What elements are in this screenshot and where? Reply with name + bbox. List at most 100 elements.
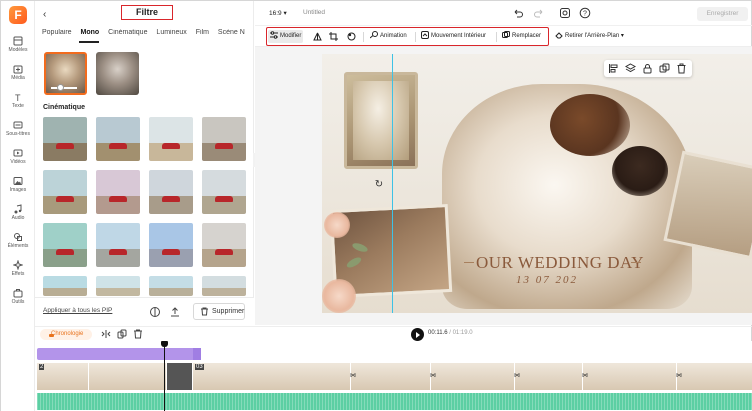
- cinematic-filter-thumb[interactable]: [43, 117, 87, 161]
- overlay-clip-handle[interactable]: [193, 348, 201, 360]
- cinematic-filter-thumb[interactable]: [43, 170, 87, 214]
- aspect-ratio-select[interactable]: 16:9 ▾: [269, 9, 287, 17]
- cinematic-filter-thumb[interactable]: [96, 170, 140, 214]
- back-chevron-icon[interactable]: ‹: [43, 9, 46, 20]
- rail-item-text[interactable]: T Texte: [1, 90, 35, 118]
- duplicate-icon[interactable]: [659, 63, 670, 74]
- rail-item-templates[interactable]: Modèles: [1, 34, 35, 62]
- thumb-ground: [149, 288, 193, 296]
- wedding-title[interactable]: OUR WEDDING DAY: [476, 253, 644, 273]
- cinematic-filter-thumb[interactable]: [202, 223, 246, 267]
- tab-lumineux[interactable]: Lumineux: [156, 29, 186, 36]
- mono-filter-thumb[interactable]: [96, 52, 139, 95]
- rail-item-elements[interactable]: Éléments: [1, 230, 35, 258]
- tab-cinematique[interactable]: Cinématique: [108, 29, 147, 36]
- trash-icon[interactable]: [133, 329, 143, 339]
- audio-track[interactable]: [37, 393, 752, 410]
- timeline-toggle-button[interactable]: Chronologie: [40, 329, 92, 340]
- cinematic-filter-thumb[interactable]: [96, 276, 140, 296]
- video-clip[interactable]: [431, 363, 515, 390]
- trash-icon[interactable]: [676, 63, 687, 74]
- tab-scene[interactable]: Scène N: [218, 29, 245, 36]
- app-logo-icon: F: [9, 6, 27, 24]
- cinematic-filter-thumb[interactable]: [149, 117, 193, 161]
- cinematic-filter-thumb[interactable]: [149, 223, 193, 267]
- rail-item-audio[interactable]: Audio: [1, 202, 35, 230]
- rail-item-subtitles[interactable]: Sous-titres: [1, 118, 35, 146]
- duplicate-icon[interactable]: [117, 329, 127, 339]
- flower-decoration: [324, 212, 350, 238]
- split-icon[interactable]: [101, 329, 111, 339]
- rail-item-media[interactable]: Média: [1, 62, 35, 90]
- mask-icon[interactable]: [347, 32, 356, 41]
- upload-icon[interactable]: [169, 306, 181, 318]
- preview-area: ↻ OUR WEDDING DAY 13 07 202: [255, 47, 752, 325]
- cinematic-filter-thumb[interactable]: [96, 117, 140, 161]
- transition-icon[interactable]: ⋈: [582, 373, 588, 380]
- cinematic-filter-thumb[interactable]: [43, 276, 87, 296]
- remove-background-button[interactable]: Retirer l'Arrière-Plan ▾: [555, 31, 624, 42]
- cinematic-filter-thumb[interactable]: [202, 276, 246, 296]
- video-clip[interactable]: [351, 363, 431, 390]
- filter-intensity-slider[interactable]: [51, 87, 77, 89]
- video-clip[interactable]: [677, 363, 752, 390]
- rail-item-images[interactable]: Images: [1, 174, 35, 202]
- rail-label: Vidéos: [10, 159, 26, 165]
- save-button[interactable]: Enregistrer: [697, 7, 748, 21]
- transition-icon[interactable]: ⋈: [676, 373, 682, 380]
- help-icon[interactable]: ?: [579, 7, 591, 19]
- rail-item-tools[interactable]: Outils: [1, 286, 35, 314]
- video-clip-selected[interactable]: [167, 363, 193, 390]
- layers-icon[interactable]: [625, 63, 636, 74]
- wedding-date[interactable]: 13 07 202: [516, 274, 578, 286]
- rail-item-effects[interactable]: Effets: [1, 258, 35, 286]
- rotate-handle-icon[interactable]: ↻: [373, 179, 385, 191]
- video-clip[interactable]: [583, 363, 677, 390]
- play-button[interactable]: [411, 328, 424, 341]
- video-clip[interactable]: [89, 363, 167, 390]
- video-clip[interactable]: 2: [37, 363, 89, 390]
- align-icon[interactable]: [608, 63, 619, 74]
- panel-title: Filtre: [121, 5, 173, 20]
- selected-photo-frame[interactable]: [344, 72, 418, 169]
- tab-mono[interactable]: Mono: [81, 29, 100, 36]
- slider-knob[interactable]: [57, 84, 64, 91]
- playhead-handle[interactable]: [161, 341, 168, 347]
- modify-button[interactable]: Modifier: [268, 30, 304, 43]
- cinematic-filter-thumb[interactable]: [202, 117, 246, 161]
- media-icon: [13, 65, 23, 74]
- transition-icon[interactable]: ⋈: [430, 373, 436, 380]
- crop-icon[interactable]: [329, 32, 338, 41]
- document-title[interactable]: Untitled: [303, 9, 325, 16]
- preview-canvas[interactable]: ↻ OUR WEDDING DAY 13 07 202: [322, 54, 752, 313]
- lock-icon[interactable]: [642, 63, 653, 74]
- animation-button[interactable]: Animation: [369, 31, 407, 42]
- cinematic-filter-thumb[interactable]: [96, 223, 140, 267]
- redo-icon[interactable]: [533, 7, 545, 19]
- cinematic-filter-thumb[interactable]: [202, 170, 246, 214]
- screenshot-icon[interactable]: [559, 7, 571, 19]
- playhead[interactable]: [164, 341, 165, 411]
- delete-filter-button[interactable]: Supprimer: [193, 303, 245, 320]
- tab-populaire[interactable]: Populaire: [42, 29, 72, 36]
- transition-icon[interactable]: ⋈: [514, 373, 520, 380]
- compare-icon[interactable]: [149, 306, 161, 318]
- overlay-clip-track[interactable]: [37, 348, 201, 360]
- tab-film[interactable]: Film: [196, 29, 209, 36]
- filter-panel: ‹ Filtre Populaire Mono Cinématique Lumi…: [35, 1, 254, 326]
- cinematic-filter-thumb[interactable]: [43, 223, 87, 267]
- cinematic-filter-thumb[interactable]: [149, 276, 193, 296]
- video-clip[interactable]: [515, 363, 583, 390]
- apply-all-pip-link[interactable]: Appliquer à tous les PIP: [43, 307, 112, 314]
- flip-icon[interactable]: [313, 32, 322, 41]
- replace-button[interactable]: Remplacer: [502, 31, 541, 42]
- undo-icon[interactable]: [512, 7, 524, 19]
- rail-item-videos[interactable]: Vidéos: [1, 146, 35, 174]
- video-clip[interactable]: 03: [193, 363, 351, 390]
- thumb-sky: [96, 223, 140, 250]
- bride-hair: [550, 94, 630, 156]
- transition-icon[interactable]: ⋈: [350, 373, 356, 380]
- inner-motion-button[interactable]: Mouvement Intérieur: [421, 31, 486, 42]
- cinematic-filter-thumb[interactable]: [149, 170, 193, 214]
- modify-label: Modifier: [280, 33, 302, 39]
